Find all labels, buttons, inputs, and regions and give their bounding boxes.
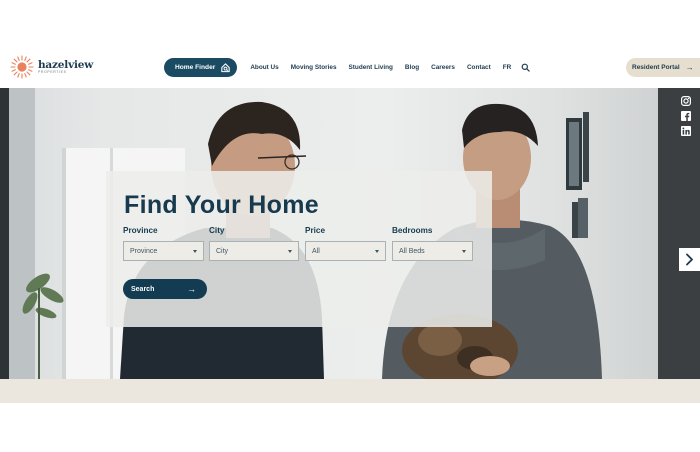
nav-moving-stories[interactable]: Moving Stories — [291, 64, 337, 71]
city-label: City — [209, 226, 225, 235]
logo[interactable]: hazelview PROPERTIES — [10, 55, 93, 79]
linkedin-icon[interactable] — [681, 126, 691, 136]
nav-language-fr[interactable]: FR — [503, 64, 512, 71]
instagram-icon[interactable] — [681, 96, 691, 106]
search-button-label: Search — [131, 285, 155, 293]
sun-logo-icon — [10, 55, 34, 79]
nav-blog[interactable]: Blog — [405, 64, 419, 71]
main-nav: Home Finder About Us Moving Stories Stud… — [164, 58, 530, 77]
carousel-next-button[interactable] — [679, 248, 700, 271]
bedrooms-select[interactable]: All Beds — [392, 241, 473, 261]
nav-student-living[interactable]: Student Living — [349, 64, 393, 71]
province-value: Province — [130, 247, 158, 255]
site-header: hazelview PROPERTIES Home Finder About U… — [0, 48, 700, 88]
price-value: All — [312, 247, 320, 255]
province-field: Province Province — [123, 226, 204, 261]
nav-contact[interactable]: Contact — [467, 64, 491, 71]
caret-down-icon — [288, 249, 292, 253]
chevron-right-icon — [686, 253, 693, 266]
find-home-panel: Find Your Home Province Province City Ci… — [106, 171, 492, 327]
home-finder-button[interactable]: Home Finder — [164, 58, 238, 77]
resident-portal-button[interactable]: Resident Portal → — [626, 58, 700, 77]
house-search-icon — [221, 63, 231, 73]
section-divider-band — [0, 379, 700, 403]
province-label: Province — [123, 226, 158, 235]
search-icon[interactable] — [521, 63, 530, 72]
home-finder-label: Home Finder — [175, 64, 216, 71]
city-field: City City — [209, 226, 299, 261]
price-select[interactable]: All — [305, 241, 386, 261]
logo-tagline: PROPERTIES — [38, 70, 67, 74]
price-field: Price All — [305, 226, 386, 261]
caret-down-icon — [462, 249, 466, 253]
caret-down-icon — [193, 249, 197, 253]
arrow-right-icon: → — [187, 284, 196, 294]
panel-title: Find Your Home — [124, 191, 319, 219]
arrow-right-icon: → — [685, 63, 694, 72]
city-select[interactable]: City — [209, 241, 299, 261]
bedrooms-field: Bedrooms All Beds — [392, 226, 473, 261]
facebook-icon[interactable] — [681, 111, 691, 121]
nav-about-us[interactable]: About Us — [250, 64, 278, 71]
bedrooms-value: All Beds — [399, 247, 425, 255]
nav-careers[interactable]: Careers — [431, 64, 455, 71]
resident-portal-label: Resident Portal — [632, 64, 680, 71]
search-button[interactable]: Search → — [123, 279, 207, 299]
province-select[interactable]: Province — [123, 241, 204, 261]
city-value: City — [216, 247, 229, 255]
logo-name: hazelview — [38, 58, 94, 71]
hero-banner: Find Your Home Province Province City Ci… — [0, 88, 700, 379]
caret-down-icon — [375, 249, 379, 253]
bedrooms-label: Bedrooms — [392, 226, 433, 235]
price-label: Price — [305, 226, 326, 235]
